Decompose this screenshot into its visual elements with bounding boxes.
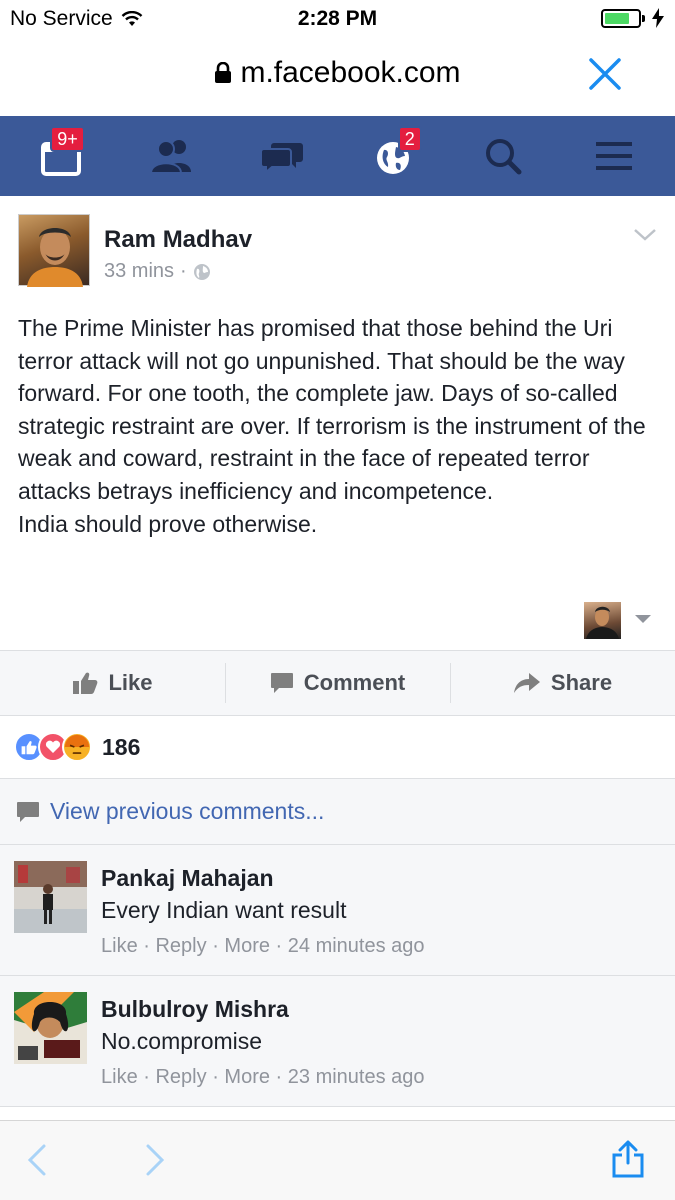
share-icon[interactable] [610, 1139, 646, 1179]
comment-text: Every Indian want result [101, 897, 347, 923]
commenter-photo-icon [14, 992, 87, 1064]
comment-like-link[interactable]: Like [101, 935, 138, 957]
facebook-top-nav: 9+ 2 [0, 116, 675, 196]
comment-button[interactable]: Comment [225, 651, 450, 715]
nav-notifications[interactable]: 2 [358, 126, 428, 186]
address-display[interactable]: m.facebook.com [0, 56, 675, 90]
share-label: Share [550, 670, 613, 695]
post-action-bar: Like Comment Share [0, 650, 675, 716]
lock-icon [215, 62, 232, 83]
comment-reply-link[interactable]: Reply [155, 1066, 206, 1088]
comment-more-link[interactable]: More [224, 1066, 270, 1088]
hamburger-menu-icon [595, 142, 632, 170]
browser-url-bar: m.facebook.com [0, 38, 675, 116]
comment-bubble-icon [17, 801, 39, 822]
nav-menu[interactable] [579, 126, 649, 186]
comment-meta: Like · Reply · More · 23 minutes ago [101, 1066, 425, 1089]
nav-search[interactable] [468, 126, 538, 186]
comment-time[interactable]: 24 minutes ago [288, 935, 425, 957]
commenter-avatar[interactable] [14, 992, 87, 1064]
meta-dot: · [275, 1066, 288, 1088]
post-paragraph: The Prime Minister has promised that tho… [18, 315, 646, 504]
post-options-chevron-icon[interactable] [633, 228, 657, 242]
author-photo-icon [27, 228, 83, 287]
nav-messages[interactable] [247, 126, 317, 186]
back-arrow-icon[interactable] [26, 1143, 48, 1177]
status-bar: No Service 2:28 PM [0, 0, 675, 38]
commenter-name[interactable]: Pankaj Mahajan [101, 865, 274, 892]
meta-dot: · [212, 935, 225, 957]
post-meta: 33 mins · [104, 260, 211, 283]
comment-item: Pankaj Mahajan Every Indian want result … [0, 845, 675, 976]
like-button[interactable]: Like [0, 651, 225, 715]
post-body: The Prime Minister has promised that tho… [18, 312, 663, 540]
globe-privacy-icon [193, 263, 210, 280]
meta-dot: · [143, 1066, 156, 1088]
close-icon[interactable] [587, 56, 623, 92]
commenter-name[interactable]: Bulbulroy Mishra [101, 996, 289, 1023]
reaction-count: 186 [102, 733, 141, 760]
friend-requests-icon [149, 140, 191, 174]
globe-badge: 2 [397, 126, 422, 152]
nav-friends[interactable] [137, 126, 207, 186]
angry-reaction-icon [62, 732, 92, 762]
view-previous-comments-link[interactable]: View previous comments... [0, 779, 675, 845]
reaction-icons [14, 732, 92, 762]
meta-dot: · [212, 1066, 225, 1088]
search-icon [486, 139, 522, 175]
comment-time[interactable]: 23 minutes ago [288, 1066, 425, 1088]
notifications-badge: 9+ [50, 126, 85, 152]
view-previous-label: View previous comments... [50, 798, 325, 824]
url-text: m.facebook.com [240, 56, 461, 89]
comment-text: No.compromise [101, 1028, 263, 1054]
post-paragraph: India should prove otherwise. [18, 510, 318, 537]
browser-bottom-toolbar [0, 1120, 675, 1200]
comment-item: Bulbulroy Mishra No.compromise Like · Re… [0, 976, 675, 1107]
comment-like-link[interactable]: Like [101, 1066, 138, 1088]
nav-feed[interactable]: 9+ [26, 126, 96, 186]
thumbs-up-icon [73, 672, 98, 694]
share-arrow-icon [513, 673, 540, 693]
profile-photo-icon [586, 606, 619, 639]
author-avatar[interactable] [18, 214, 90, 287]
meta-dot: · [275, 935, 288, 957]
battery-status [601, 8, 665, 28]
like-label: Like [108, 670, 153, 695]
battery-icon [601, 8, 645, 28]
charging-bolt-icon [652, 8, 664, 28]
comment-more-link[interactable]: More [224, 935, 270, 957]
commenter-photo-icon [14, 861, 87, 933]
comment-bubble-icon [270, 673, 293, 693]
share-button[interactable]: Share [450, 651, 675, 715]
comment-label: Comment [303, 670, 406, 695]
author-name[interactable]: Ram Madhav [104, 226, 252, 254]
comment-reply-link[interactable]: Reply [155, 935, 206, 957]
reactions-summary[interactable]: 186 [0, 716, 675, 779]
forward-arrow-icon[interactable] [144, 1143, 166, 1177]
meta-dot: · [143, 935, 156, 957]
meta-separator: · [180, 260, 187, 282]
dropdown-caret-icon[interactable] [634, 614, 652, 624]
comment-meta: Like · Reply · More · 24 minutes ago [101, 935, 425, 958]
reacting-profile-avatar[interactable] [584, 602, 621, 639]
commenter-avatar[interactable] [14, 861, 87, 933]
clock: 2:28 PM [297, 7, 378, 30]
messages-icon [260, 143, 304, 173]
post-time[interactable]: 33 mins [104, 260, 174, 283]
